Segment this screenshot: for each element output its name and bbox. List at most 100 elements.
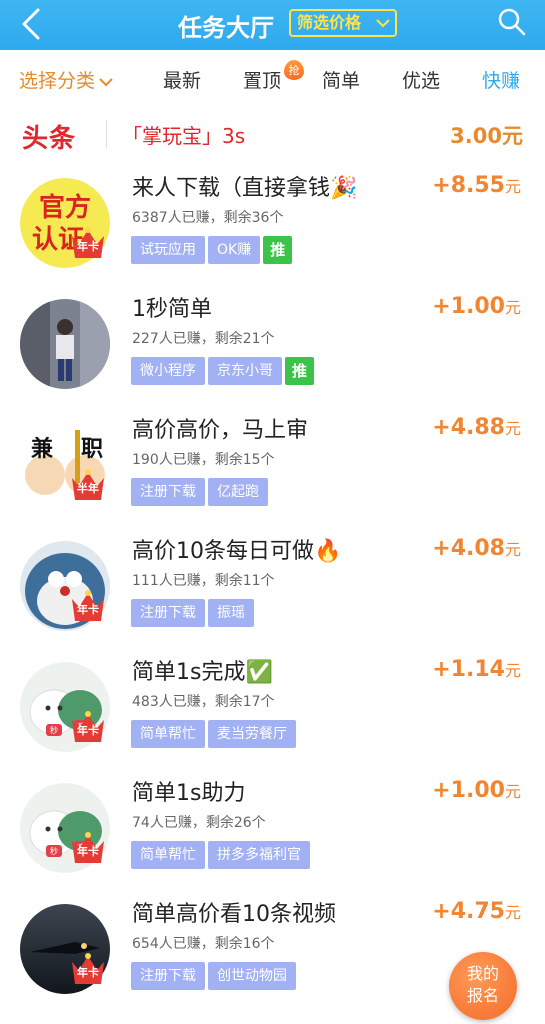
recommended-tag: 推 [285,357,315,385]
task-title: 高价高价，马上审 [132,418,309,443]
reward-amount: +4.88 [432,415,505,440]
badge-label: 年卡 [77,240,99,253]
tag: 创世动物园 [208,962,296,990]
tag: 微小程序 [131,357,205,385]
tag: 简单帮忙 [131,841,205,869]
reward-unit: 元 [504,782,521,801]
tab-preferred[interactable]: 优选 [402,66,440,93]
task-avatar [20,299,110,389]
tab-simple[interactable]: 简单 [322,66,360,93]
tag: 注册下载 [131,478,205,506]
recommended-tag: 推 [263,236,293,264]
chevron-down-icon [376,19,390,28]
task-reward: +1.00元 [432,294,521,319]
filter-price-label: 筛选价格 [297,13,362,32]
avatar-text-right: 职 [81,437,103,462]
task-title: 高价10条每日可做🔥 [132,539,342,564]
task-title: 简单1s完成✅ [132,660,273,685]
task-item[interactable]: 兼 职 半年 高价高价，马上审 190人已赚，剩余15个 注册下载 亿起跑 +4.… [0,402,545,523]
headline-price: 3.00元 [450,124,523,148]
task-item[interactable]: 秒 审 年卡 简单1s助力 74人已赚，剩余26个 简单帮忙拼多多福利官 +1.… [0,765,545,886]
tab-latest[interactable]: 最新 [163,66,201,93]
badge-label: 年卡 [77,845,99,858]
select-category-label: 选择分类 [19,70,96,92]
select-category-dropdown[interactable]: 选择分类 [19,66,113,93]
crown-badge-icon: 半年 [68,464,108,504]
my-applications-button[interactable]: 我的 报名 [449,952,517,1020]
task-reward: +4.08元 [432,536,521,561]
task-item[interactable]: 秒 审 年卡 简单1s完成✅ 483人已赚，剩余17个 简单帮忙麦当劳餐厅 +1… [0,644,545,765]
badge-label: 年卡 [77,603,99,616]
task-stats: 227人已赚，剩余21个 [132,331,275,347]
task-reward: +4.75元 [432,899,521,924]
task-stats: 74人已赚，剩余26个 [132,815,266,831]
task-tags: 简单帮忙 拼多多福利官 [131,841,313,869]
reward-unit: 元 [504,298,521,317]
tag: 简单帮忙 [131,720,205,748]
crown-badge-icon: 年卡 [68,827,108,867]
task-stats: 6387人已赚，剩余36个 [132,210,284,226]
tab-pinned[interactable]: 置顶 [243,66,281,93]
badge-label: 年卡 [77,966,99,979]
category-tabs: 选择分类 最新 置顶 抢 简单 优选 快赚 [0,50,545,108]
reward-unit: 元 [504,903,521,922]
task-item[interactable]: 年卡 高价10条每日可做🔥 111人已赚，剩余11个 注册下载 振瑶 +4.08元 [0,523,545,644]
headline-text: 「掌玩宝」3s [122,124,246,148]
hot-badge: 抢 [284,60,304,80]
filter-price-button[interactable]: 筛选价格 [289,9,397,37]
apply-button-line1: 我的 [466,964,499,983]
reward-amount: +8.55 [432,173,505,198]
toutiao-logo: 头条 [22,124,77,154]
task-stats: 483人已赚，剩余17个 [132,694,275,710]
top-bar: 任务大厅 筛选价格 [0,0,545,50]
page-title: 任务大厅 [178,14,274,42]
task-stats: 190人已赚，剩余15个 [132,452,275,468]
tag: 注册下载 [131,599,205,627]
task-item[interactable]: 官方 认证 年卡 来人下载（直接拿钱🎉 6387人已赚，剩余36个 试玩应用 OK… [0,160,545,281]
reward-amount: +1.00 [432,294,505,319]
task-tags: 注册下载 亿起跑 [131,478,271,506]
reward-amount: +1.14 [432,657,505,682]
reward-amount: +4.08 [432,536,505,561]
tag: 振瑶 [208,599,254,627]
avatar-text-left: 秒 [50,725,58,735]
task-title: 来人下载（直接拿钱🎉 [132,176,358,201]
task-tags: 注册下载 创世动物园 [131,962,299,990]
back-icon[interactable] [16,6,46,42]
task-title: 简单高价看10条视频 [132,902,336,927]
task-reward: +1.14元 [432,657,521,682]
task-title: 简单1s助力 [132,781,246,806]
task-reward: +4.88元 [432,415,521,440]
task-tags: 简单帮忙 麦当劳餐厅 [131,720,299,748]
avatar-text-left: 兼 [31,436,53,462]
chevron-down-icon [99,77,113,86]
crown-badge-icon: 年卡 [68,222,108,262]
tag: 拼多多福利官 [208,841,310,869]
tag: 京东小哥 [208,357,282,385]
divider [106,120,107,148]
tag: 注册下载 [131,962,205,990]
avatar-text-left: 秒 [50,846,58,856]
task-item[interactable]: 1秒简单 227人已赚，剩余21个 微小程序 京东小哥推 +1.00元 [0,281,545,402]
tag: 亿起跑 [208,478,268,506]
tag: 麦当劳餐厅 [208,720,296,748]
reward-unit: 元 [504,540,521,559]
crown-badge-icon: 年卡 [68,706,108,746]
task-tags: 注册下载 振瑶 [131,599,257,627]
tag: 试玩应用 [131,236,205,264]
apply-button-line2: 报名 [466,986,499,1005]
reward-amount: +1.00 [432,778,505,803]
task-reward: +1.00元 [432,778,521,803]
reward-amount: +4.75 [432,899,505,924]
reward-unit: 元 [504,177,521,196]
task-title: 1秒简单 [132,297,212,322]
avatar-text-top: 官方 [39,192,91,223]
search-icon[interactable] [497,7,527,37]
crown-badge-icon: 年卡 [68,585,108,625]
reward-unit: 元 [504,419,521,438]
tag: OK赚 [208,236,261,264]
headline-banner[interactable]: 头条 「掌玩宝」3s 3.00元 [0,108,545,160]
task-stats: 654人已赚，剩余16个 [132,936,275,952]
badge-label: 年卡 [77,724,99,737]
tab-quick-earn[interactable]: 快赚 [482,66,520,93]
